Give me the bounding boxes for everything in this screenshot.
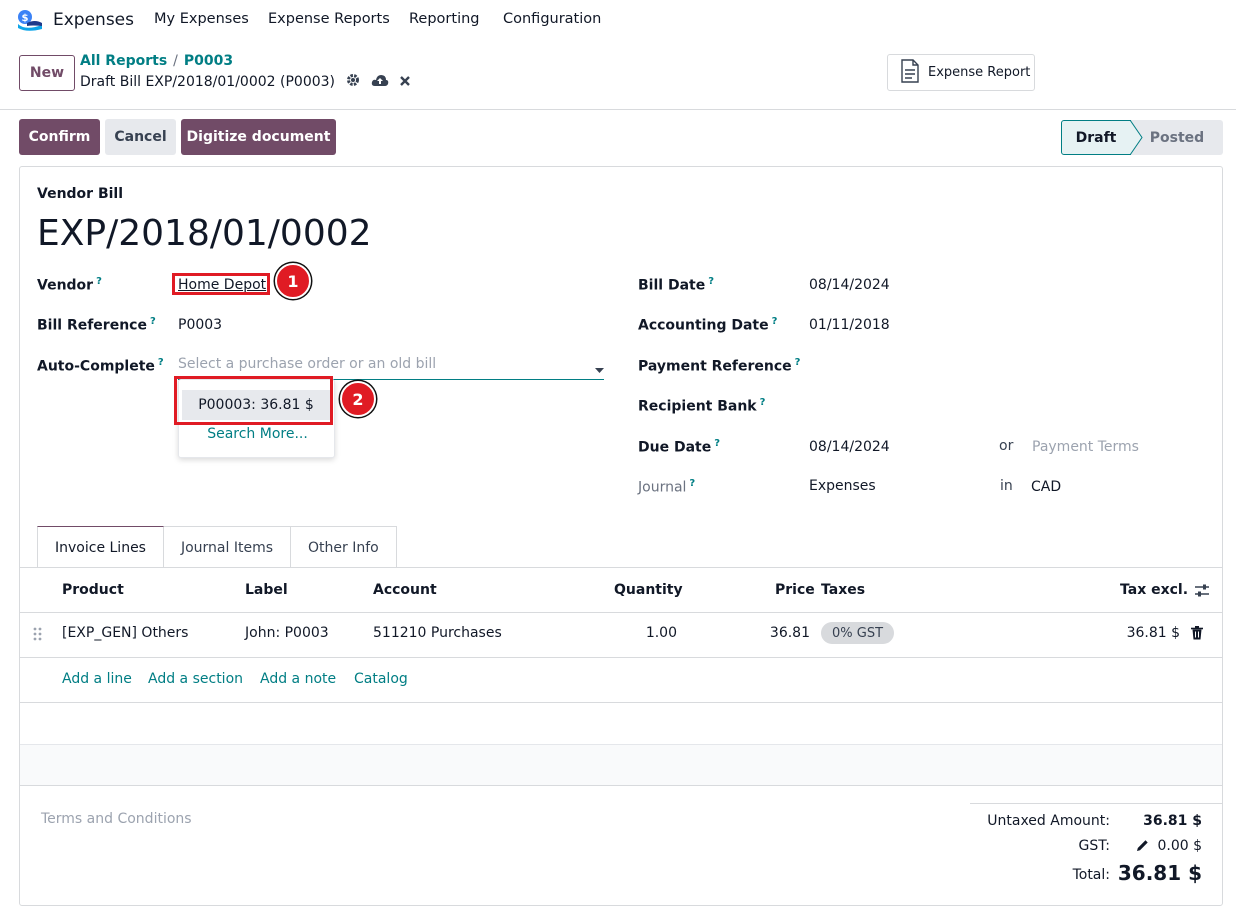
highlight-vendor (172, 273, 270, 295)
bill-date-field[interactable]: 08/14/2024 (809, 277, 890, 293)
svg-text:$: $ (22, 13, 29, 24)
cloud-upload-icon[interactable] (371, 73, 389, 91)
add-line-link[interactable]: Add a line (62, 671, 132, 687)
app-name[interactable]: Expenses (53, 10, 134, 30)
document-icon (900, 58, 920, 87)
caret-down-icon[interactable] (595, 362, 604, 378)
terms-and-conditions-field[interactable]: Terms and Conditions (41, 811, 192, 827)
record-title-row: Draft Bill EXP/2018/01/0002 (P0003) (80, 73, 413, 91)
bill-reference-label: Bill Reference? (37, 316, 156, 334)
row-product-link[interactable]: [EXP_GEN] Others (62, 625, 188, 641)
confirm-button[interactable]: Confirm (19, 119, 100, 155)
notebook-tabs: Invoice Lines Journal Items Other Info (37, 526, 397, 568)
row-label[interactable]: John: P0003 (245, 625, 329, 641)
recipient-bank-field[interactable] (809, 397, 1204, 419)
header-divider (20, 612, 1222, 613)
breadcrumb-p0003[interactable]: P0003 (184, 53, 233, 69)
gst-value: 0.00 $ (1157, 838, 1202, 854)
currency-field[interactable]: CAD (1031, 479, 1061, 495)
bill-date-label: Bill Date? (638, 276, 715, 294)
gst-label: GST: (1078, 838, 1110, 854)
trash-icon[interactable] (1191, 626, 1203, 644)
gear-icon[interactable] (345, 73, 361, 91)
bill-reference-field[interactable]: P0003 (178, 317, 222, 333)
breadcrumb-separator: / (173, 53, 178, 69)
total-label: Total: (1072, 867, 1110, 883)
header-product[interactable]: Product (62, 582, 124, 598)
cancel-button[interactable]: Cancel (105, 119, 176, 155)
row-quantity[interactable]: 1.00 (618, 625, 677, 641)
row-price[interactable]: 36.81 (760, 625, 810, 641)
due-date-field[interactable]: 08/14/2024 (809, 439, 890, 455)
tab-invoice-lines[interactable]: Invoice Lines (37, 526, 164, 568)
record-title: Draft Bill EXP/2018/01/0002 (P0003) (80, 74, 336, 90)
row-account[interactable]: 511210 Purchases (373, 625, 502, 641)
payment-terms-field[interactable]: Payment Terms (1032, 439, 1139, 455)
menu-my-expenses[interactable]: My Expenses (154, 11, 249, 27)
header-account[interactable]: Account (373, 582, 437, 598)
top-navbar: $ Expenses My Expenses Expense Reports R… (0, 0, 1236, 40)
vendor-label: Vendor? (37, 276, 102, 294)
new-button[interactable]: New (19, 55, 75, 91)
recipient-bank-label: Recipient Bank? (638, 397, 766, 415)
due-date-label: Due Date? (638, 438, 721, 456)
pencil-icon[interactable] (1136, 839, 1149, 856)
auto-complete-label: Auto-Complete? (37, 357, 164, 375)
row-subtotal: 36.81 $ (1126, 625, 1180, 641)
total-value: 36.81 $ (1117, 861, 1202, 885)
bill-number: EXP/2018/01/0002 (37, 213, 372, 254)
optional-columns-icon[interactable] (1194, 583, 1210, 603)
search-more-link[interactable]: Search More... (179, 426, 336, 442)
catalog-link[interactable]: Catalog (354, 671, 408, 687)
status-draft[interactable]: Draft (1061, 120, 1131, 155)
row-divider (20, 657, 1222, 658)
status-bar: Draft Posted (1061, 120, 1223, 155)
untaxed-amount-label: Untaxed Amount: (987, 813, 1110, 829)
journal-field[interactable]: Expenses (809, 478, 876, 494)
step-marker-1: 1 (275, 263, 311, 299)
document-type: Vendor Bill (37, 186, 124, 202)
untaxed-amount-value: 36.81 $ (1143, 813, 1202, 829)
in-text: in (1000, 478, 1013, 494)
add-row-divider (20, 702, 1222, 703)
status-posted[interactable]: Posted (1131, 120, 1223, 155)
tab-other-info[interactable]: Other Info (291, 526, 397, 568)
expense-report-label: Expense Report (928, 65, 1031, 80)
empty-table-row (20, 744, 1222, 785)
header-quantity[interactable]: Quantity (614, 582, 683, 598)
payment-reference-field[interactable] (809, 357, 1204, 379)
expense-report-button[interactable]: Expense Report (887, 54, 1035, 91)
expenses-app-icon[interactable]: $ (17, 9, 43, 31)
accounting-date-field[interactable]: 01/11/2018 (809, 317, 890, 333)
auto-complete-placeholder: Select a purchase order or an old bill (178, 356, 437, 372)
control-panel: New All Reports / P0003 Draft Bill EXP/201… (0, 40, 1236, 110)
menu-configuration[interactable]: Configuration (503, 11, 601, 27)
or-text: or (999, 438, 1014, 454)
header-label[interactable]: Label (245, 582, 288, 598)
breadcrumb: All Reports / P0003 (80, 53, 233, 69)
discard-close-icon[interactable] (397, 73, 413, 91)
journal-label: Journal? (638, 478, 696, 496)
add-note-link[interactable]: Add a note (260, 671, 336, 687)
header-tax-excl[interactable]: Tax excl. (1120, 582, 1188, 598)
payment-reference-label: Payment Reference? (638, 357, 801, 375)
header-price[interactable]: Price (775, 582, 815, 598)
header-taxes[interactable]: Taxes (821, 582, 865, 598)
action-bar: Confirm Cancel Digitize document Draft P… (0, 110, 1236, 165)
drag-handle-icon[interactable] (33, 627, 43, 645)
digitize-document-button[interactable]: Digitize document (181, 119, 336, 155)
tax-badge[interactable]: 0% GST (821, 622, 895, 644)
menu-reporting[interactable]: Reporting (409, 11, 480, 27)
highlight-dropdown-option (174, 376, 333, 425)
accounting-date-label: Accounting Date? (638, 316, 778, 334)
table-bottom-border (20, 785, 1222, 786)
step-marker-2: 2 (340, 381, 376, 417)
menu-expense-reports[interactable]: Expense Reports (268, 11, 390, 27)
add-section-link[interactable]: Add a section (148, 671, 243, 687)
breadcrumb-all-reports[interactable]: All Reports (80, 53, 167, 69)
tab-journal-items[interactable]: Journal Items (163, 526, 292, 568)
totals-panel (970, 803, 1222, 804)
table-top-border (20, 567, 1222, 568)
